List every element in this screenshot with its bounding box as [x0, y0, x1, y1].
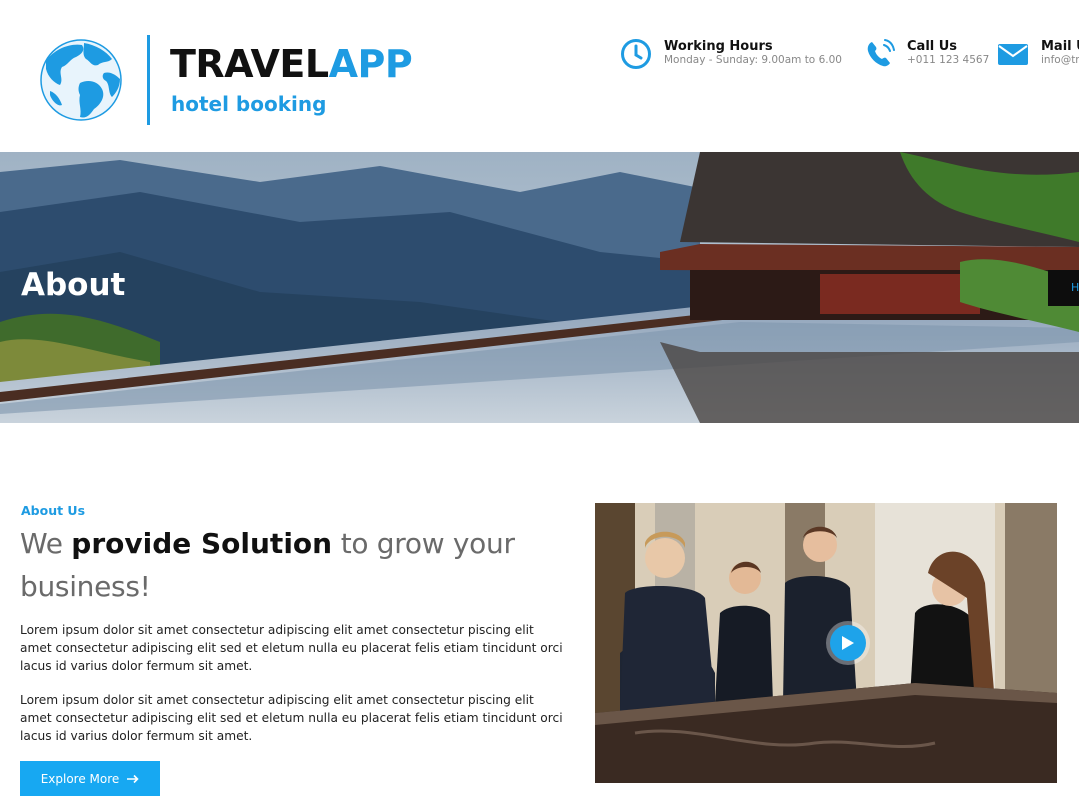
arrow-right-icon: [127, 774, 139, 783]
explore-more-button[interactable]: Explore More: [20, 761, 160, 796]
brand-name-part1: TRAVEL: [170, 42, 329, 86]
about-paragraph-2: Lorem ipsum dolor sit amet consectetur a…: [20, 693, 563, 743]
play-icon: [842, 636, 854, 650]
about-kicker: About Us: [21, 503, 86, 518]
play-video-button[interactable]: [826, 621, 870, 665]
about-heading: We provide Solution to grow your busines…: [20, 522, 560, 608]
mail-us-title: Mail Us: [1041, 39, 1079, 54]
working-hours-title: Working Hours: [664, 39, 773, 54]
explore-more-label: Explore More: [40, 771, 120, 786]
breadcrumb[interactable]: H: [1048, 270, 1079, 306]
working-hours-info: Working Hours Monday - Sunday: 9.00am to…: [620, 36, 850, 76]
hero-background-image: [0, 152, 1079, 423]
envelope-icon: [998, 44, 1028, 65]
site-header: TRAVELAPP hotel booking Working Hours Mo…: [0, 0, 1079, 152]
play-button-circle: [830, 625, 866, 661]
mail-us-address[interactable]: info@travelapp.com: [1041, 54, 1079, 66]
hero-title: About: [21, 267, 126, 303]
working-hours-detail: Monday - Sunday: 9.00am to 6.00: [664, 54, 842, 66]
brand-tagline: hotel booking: [171, 92, 327, 116]
call-us-number[interactable]: +011 123 4567: [907, 54, 989, 66]
brand-name-part2: APP: [328, 42, 413, 86]
about-heading-bold: provide Solution: [71, 527, 333, 560]
logo-divider: [147, 35, 150, 125]
clock-icon: [621, 39, 651, 69]
brand-name[interactable]: TRAVELAPP: [170, 42, 413, 86]
phone-icon: [867, 39, 895, 67]
mail-us-info[interactable]: Mail Us info@travelapp.com: [997, 36, 1079, 76]
call-us-info[interactable]: Call Us +011 123 4567: [864, 36, 989, 76]
globe-icon[interactable]: [40, 39, 122, 121]
about-paragraph-1: Lorem ipsum dolor sit amet consectetur a…: [20, 623, 563, 673]
hero-banner: About H: [0, 152, 1079, 423]
about-heading-part1: We: [20, 527, 72, 560]
call-us-title: Call Us: [907, 39, 958, 54]
breadcrumb-home-link[interactable]: H: [1071, 281, 1079, 294]
